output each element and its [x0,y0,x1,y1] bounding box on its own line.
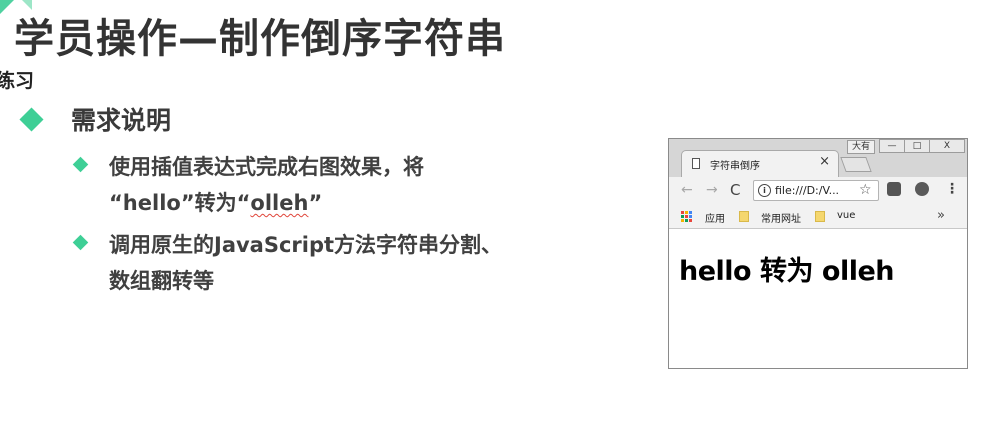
diamond-bullet-icon [19,106,44,132]
browser-toolbar: ← → C i file:///D:/V... ☆ ⋮ [669,177,967,205]
bookmark-folder[interactable]: 常用网址 [761,210,801,225]
document-icon [692,158,700,169]
new-tab-button[interactable] [840,157,872,172]
forward-arrow-icon[interactable]: → [706,182,718,198]
diamond-bullet-icon [72,234,89,251]
sub-bullet-line: 数组翻转等 [109,269,214,293]
sub-bullet-line: 调用原生的JavaScript方法字符串分割、 [109,233,503,257]
close-window-button[interactable]: X [929,139,965,153]
extension-icon[interactable] [887,182,901,196]
quote-close: ” [308,191,323,215]
minimize-button[interactable]: — [879,139,905,153]
browser-titlebar: 字符串倒序 × 大有 — □ X [669,139,967,177]
sub-bullet-text: 使用插值表达式完成右图效果，将 “hello”转为“olleh” [109,149,424,221]
spellcheck-word: olleh [250,191,309,215]
menu-icon[interactable]: ⋮ [945,181,959,197]
page-viewport: hello 转为 olleh [669,229,967,368]
tab-title: 字符串倒序 [710,161,760,172]
bookmark-folder[interactable]: vue [837,210,855,221]
requirement-heading: 需求说明 [71,106,172,135]
sub-bullet-interpolation: 使用插值表达式完成右图效果，将 “hello”转为“olleh” [72,149,424,221]
quote-hello: “hello”转为“ [109,191,251,215]
bookmarks-bar: 应用 常用网址 vue » [669,205,967,229]
back-arrow-icon[interactable]: ← [681,182,693,198]
browser-tab[interactable]: 字符串倒序 × [681,150,839,177]
folder-icon [739,211,749,222]
bookmark-apps[interactable]: 应用 [705,210,725,225]
window-controls: — □ X [879,139,965,153]
more-bookmarks-icon[interactable]: » [937,208,945,223]
info-icon[interactable]: i [758,184,771,197]
slide-title: 学员操作—制作倒序字符串 [14,16,506,62]
folder-icon [815,211,825,222]
reload-icon[interactable]: C [730,181,740,199]
apps-grid-icon[interactable] [681,211,692,222]
sub-bullet-text: 调用原生的JavaScript方法字符串分割、 数组翻转等 [109,227,502,299]
section-label: 练习 [0,70,35,92]
extension-icon[interactable] [915,182,929,196]
maximize-button[interactable]: □ [904,139,930,153]
tab-close-icon[interactable]: × [819,154,830,169]
sub-bullet-line: “hello”转为“olleh” [109,185,424,221]
profile-button[interactable]: 大有 [847,140,875,154]
sub-bullet-native-methods: 调用原生的JavaScript方法字符串分割、 数组翻转等 [72,227,502,299]
url-text: file:///D:/V... [775,184,840,197]
requirement-bullet: 需求说明 [19,101,172,137]
page-heading: hello 转为 olleh [679,256,895,287]
sub-bullet-line: 使用插值表达式完成右图效果，将 [109,155,424,179]
browser-window: 字符串倒序 × 大有 — □ X ← → C i file:///D:/V...… [668,138,968,369]
corner-decoration [0,0,14,14]
diamond-bullet-icon [72,156,89,173]
bookmark-star-icon[interactable]: ☆ [859,182,872,198]
